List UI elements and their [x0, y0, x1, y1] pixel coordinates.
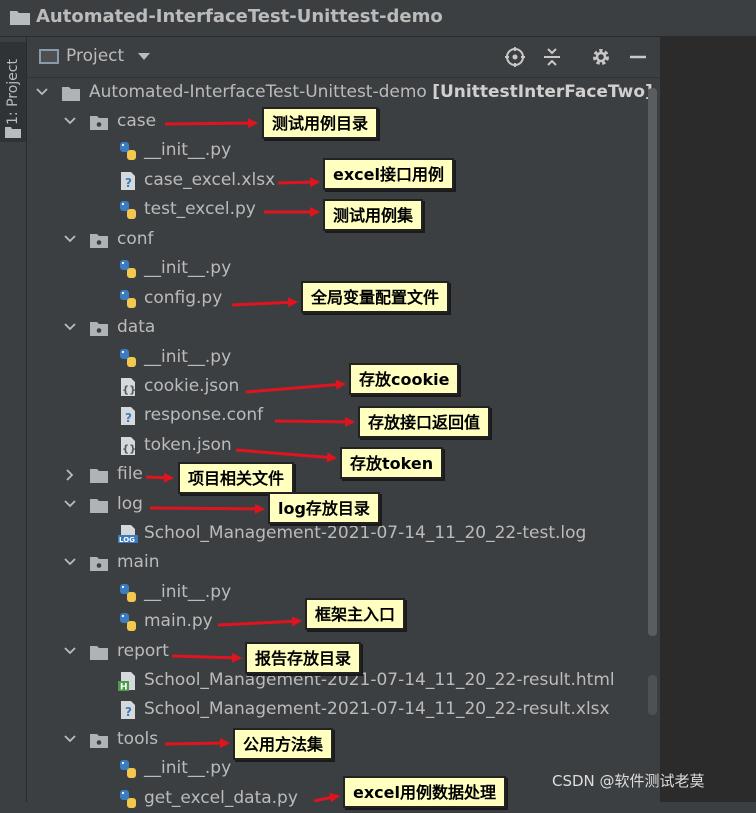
arrow-line: [313, 792, 340, 802]
arrow-line: [274, 416, 355, 427]
annotation-note: 测试用例目录: [262, 107, 379, 139]
arrow-line: [171, 652, 242, 663]
watermark: CSDN @软件测试老莫: [552, 772, 705, 790]
annotation-note: 全局变量配置文件: [301, 281, 450, 313]
arrow-line: [149, 503, 265, 514]
annotation-note: 框架主入口: [305, 598, 406, 630]
arrow-line: [164, 118, 258, 129]
arrow-line: [164, 738, 230, 749]
annotation-note: 公用方法集: [233, 728, 334, 760]
arrow-line: [231, 297, 298, 308]
annotation-note: 报告存放目录: [245, 642, 362, 674]
annotation-note: 存放cookie: [349, 363, 460, 395]
annotation-note: log存放目录: [268, 492, 380, 524]
annotation-note: 存放token: [340, 447, 444, 479]
arrow-line: [277, 177, 320, 188]
arrow-line: [235, 448, 337, 463]
annotation-note: 项目相关文件: [178, 462, 295, 494]
annotation-note: 存放接口返回值: [358, 406, 491, 438]
annotation-note: excel用例数据处理: [343, 776, 506, 808]
arrow-line: [145, 472, 174, 483]
annotation-note: excel接口用例: [323, 158, 454, 190]
annotation-note: 测试用例集: [323, 199, 424, 231]
arrow-line: [245, 379, 346, 394]
arrow-line: [217, 616, 302, 627]
